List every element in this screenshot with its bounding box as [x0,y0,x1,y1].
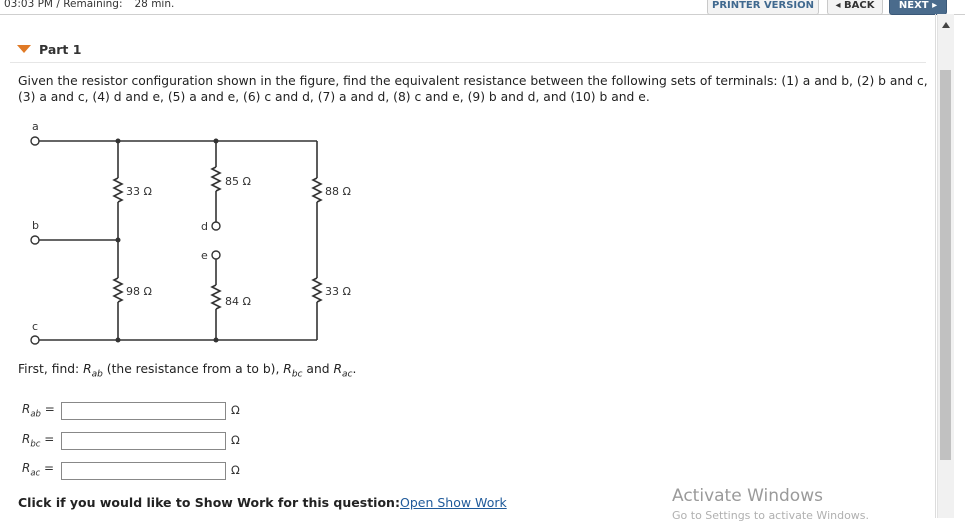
terminal-c [30,335,40,345]
terminal-e-label: e [201,249,208,262]
answer-rab-equals: = [40,402,55,416]
activate-windows-title: Activate Windows [672,486,823,506]
answer-rac-equals: = [40,461,55,475]
resistor-label-98: 98 Ω [126,285,152,298]
terminal-b-label: b [32,219,39,232]
resistor-r33-left [112,177,124,203]
terminal-a [30,136,40,146]
answer-label-rbc: Rbc = [22,432,54,449]
activate-windows-subtitle: Go to Settings to activate Windows. [672,509,870,522]
prompt-rab-sub: ab [91,369,103,380]
prompt-rab-symbol: R [83,362,92,376]
terminal-d-label: d [201,220,208,233]
resistor-label-88: 88 Ω [325,185,351,198]
rab-input[interactable] [61,402,226,420]
terminal-c-label: c [32,320,38,333]
resistor-r88 [311,177,323,203]
answer-label-rac: Rac = [22,461,54,478]
first-find-prompt: First, find: Rab (the resistance from a … [18,362,356,379]
show-work-label: Click if you would like to Show Work for… [18,495,400,510]
terminal-b [30,235,40,245]
rac-unit: Ω [231,463,240,477]
rac-input[interactable] [61,462,226,480]
prompt-end: . [352,362,357,376]
terminal-e [211,250,221,260]
resistor-label-33-left: 33 Ω [126,185,152,198]
resistor-r33-right [311,277,323,303]
rbc-input[interactable] [61,432,226,450]
prompt-rbc-sub: bc [291,369,303,380]
answer-rbc-sub: bc [30,439,41,450]
rab-unit: Ω [231,403,240,417]
resistor-r84 [210,284,222,310]
prompt-rac-sub: ac [342,369,353,380]
terminal-a-label: a [32,120,39,133]
resistor-r98 [112,277,124,303]
resistor-r85 [210,166,222,192]
resistor-label-85: 85 Ω [225,175,251,188]
prompt-rab-desc: (the resistance from a to b), [102,362,284,376]
prompt-and: and [302,362,334,376]
prompt-rac-symbol: R [333,362,342,376]
rbc-unit: Ω [231,433,240,447]
prompt-prefix: First, find: [18,362,84,376]
open-show-work-link[interactable]: Open Show Work [400,495,507,510]
resistor-label-33-right: 33 Ω [325,285,351,298]
answer-rac-sub: ac [30,468,41,479]
answer-rab-sub: ab [30,409,41,420]
terminal-d [211,221,221,231]
resistor-label-84: 84 Ω [225,295,251,308]
answer-rbc-equals: = [40,432,55,446]
prompt-rbc-symbol: R [283,362,292,376]
answer-label-rab: Rab = [22,402,55,419]
